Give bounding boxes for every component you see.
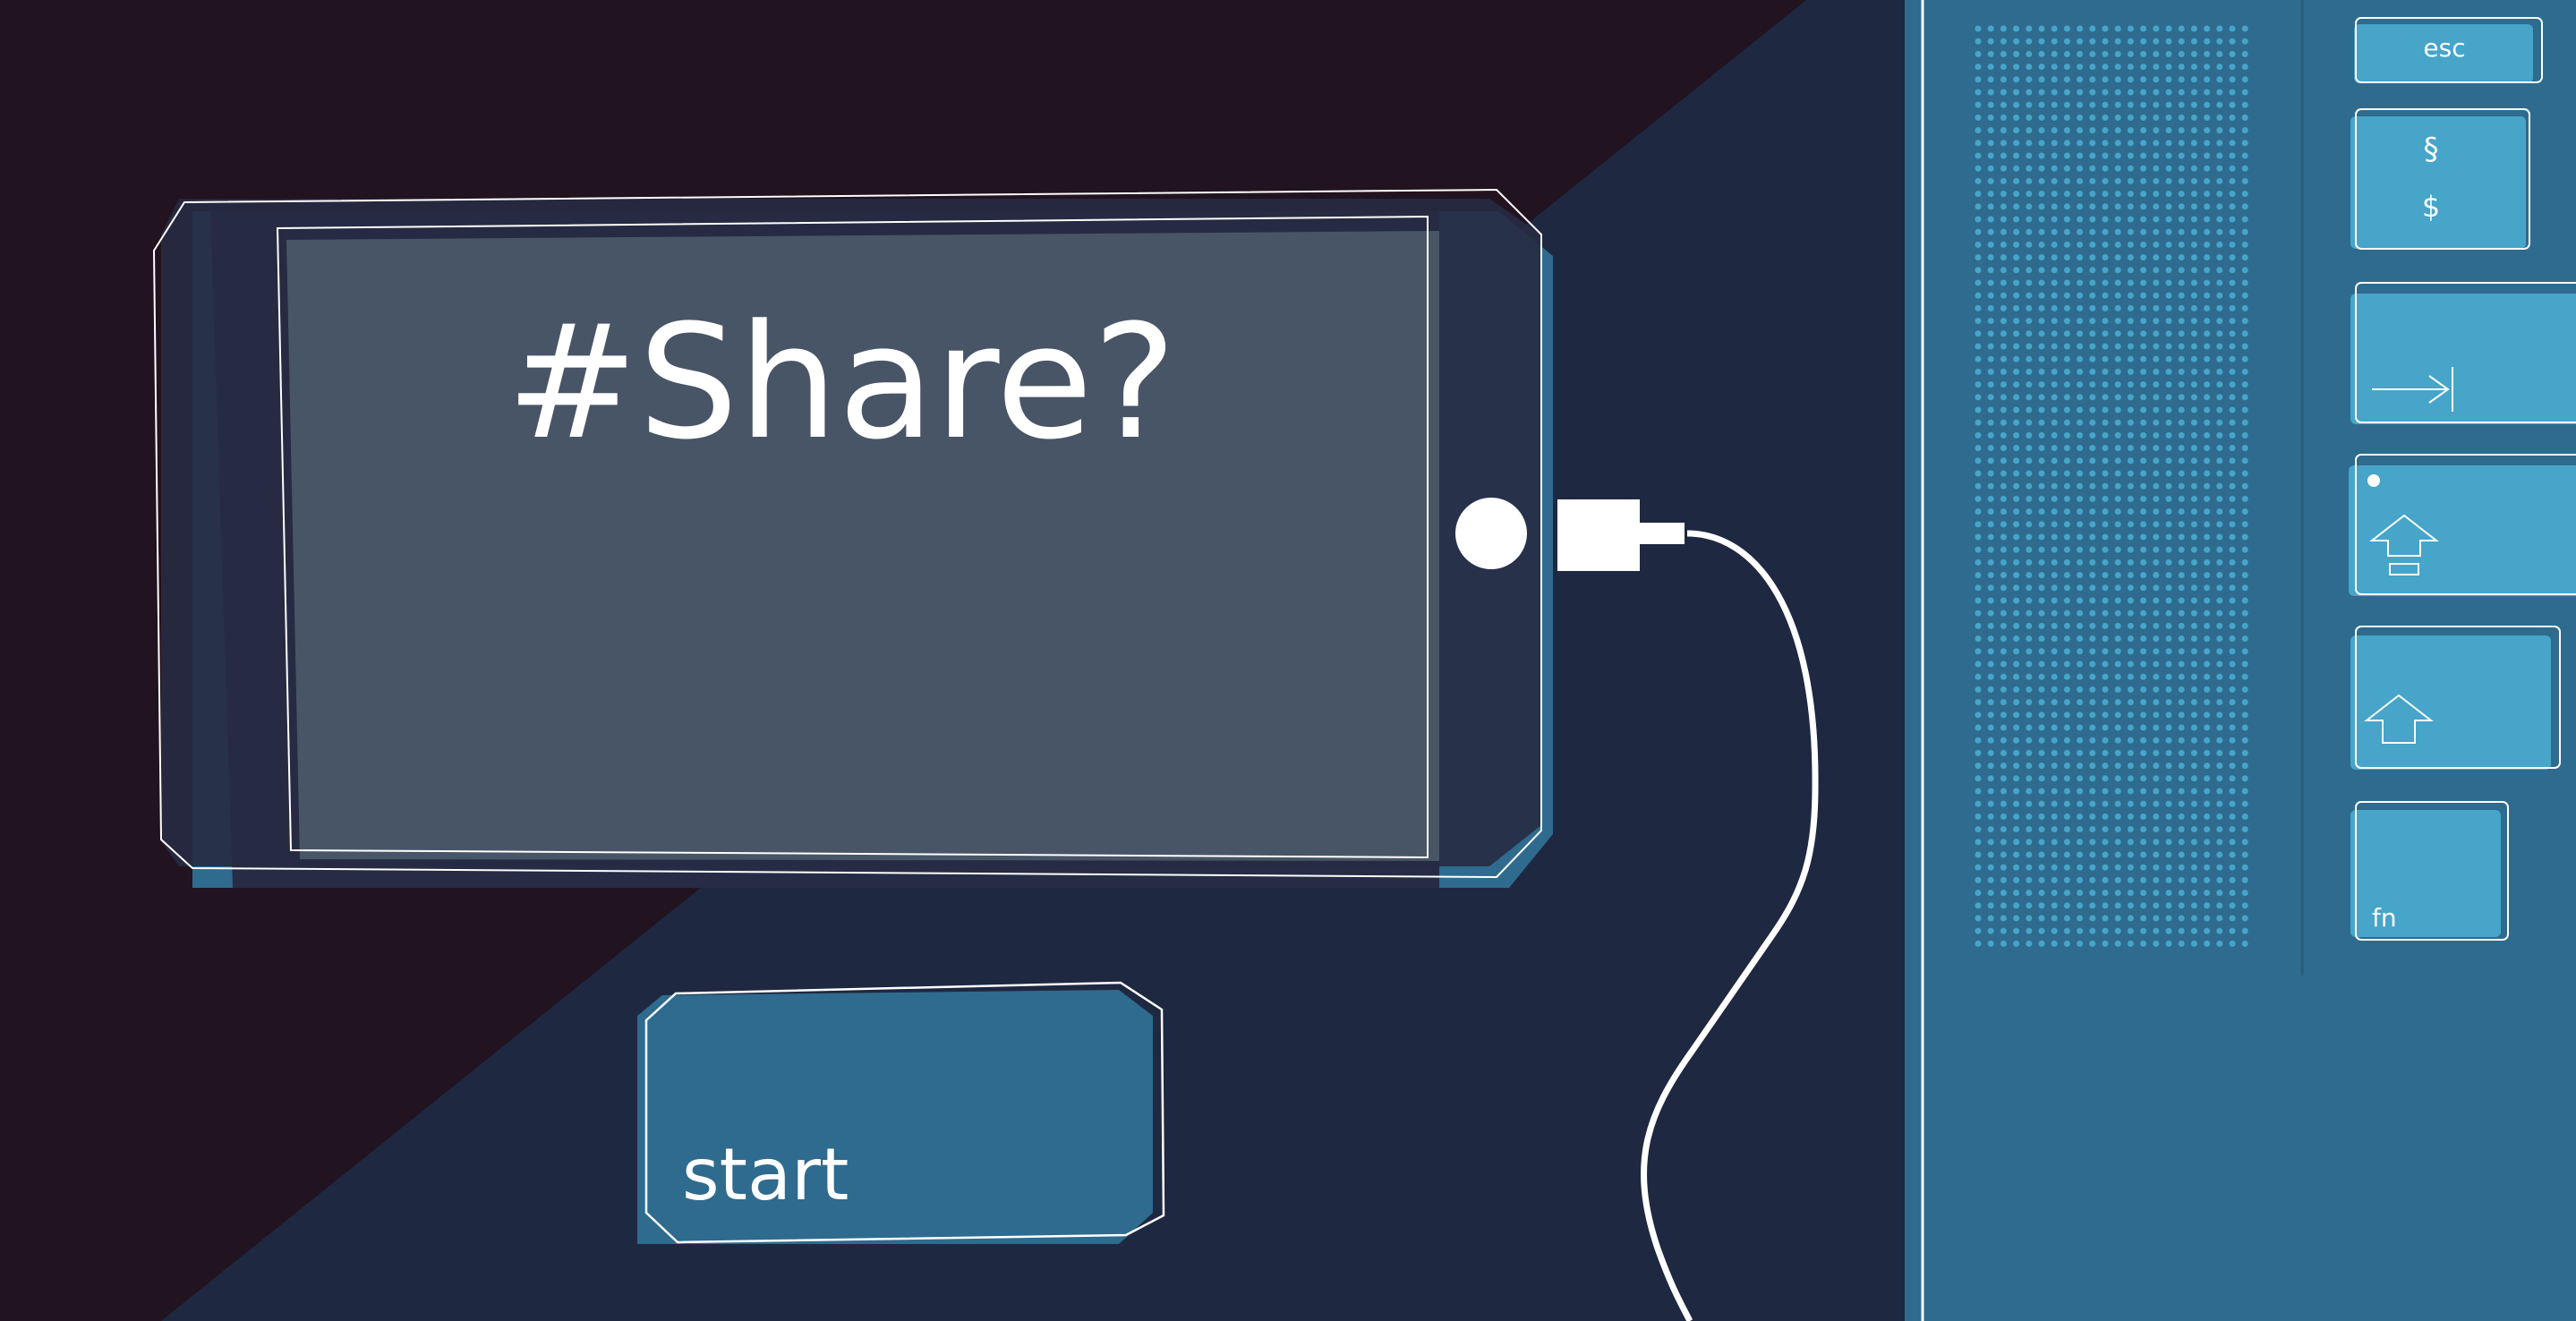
home-button-icon[interactable] <box>1455 498 1527 569</box>
key-fn-label: fn <box>2372 903 2397 933</box>
start-button-label: start <box>682 1133 849 1216</box>
phone: #Share? <box>152 188 1553 888</box>
start-button[interactable]: start <box>637 981 1165 1244</box>
key-tab[interactable] <box>2350 282 2576 424</box>
phone-screen[interactable]: #Share? <box>276 215 1439 861</box>
key-section-label: § <box>2424 132 2439 167</box>
illustration-canvas: esc § $ fn #Share? start <box>0 0 2576 1321</box>
key-esc[interactable]: esc <box>2354 17 2543 83</box>
speaker-grille <box>1975 25 2250 947</box>
key-dollar-label: $ <box>2422 190 2440 224</box>
key-fn[interactable]: fn <box>2350 801 2509 941</box>
key-esc-label: esc <box>2423 33 2465 63</box>
key-section-dollar[interactable]: § $ <box>2350 108 2530 250</box>
key-shift[interactable] <box>2350 626 2561 770</box>
caps-lock-indicator <box>2367 474 2380 487</box>
key-caps-lock[interactable] <box>2349 454 2576 596</box>
screen-headline: #Share? <box>507 291 1177 474</box>
